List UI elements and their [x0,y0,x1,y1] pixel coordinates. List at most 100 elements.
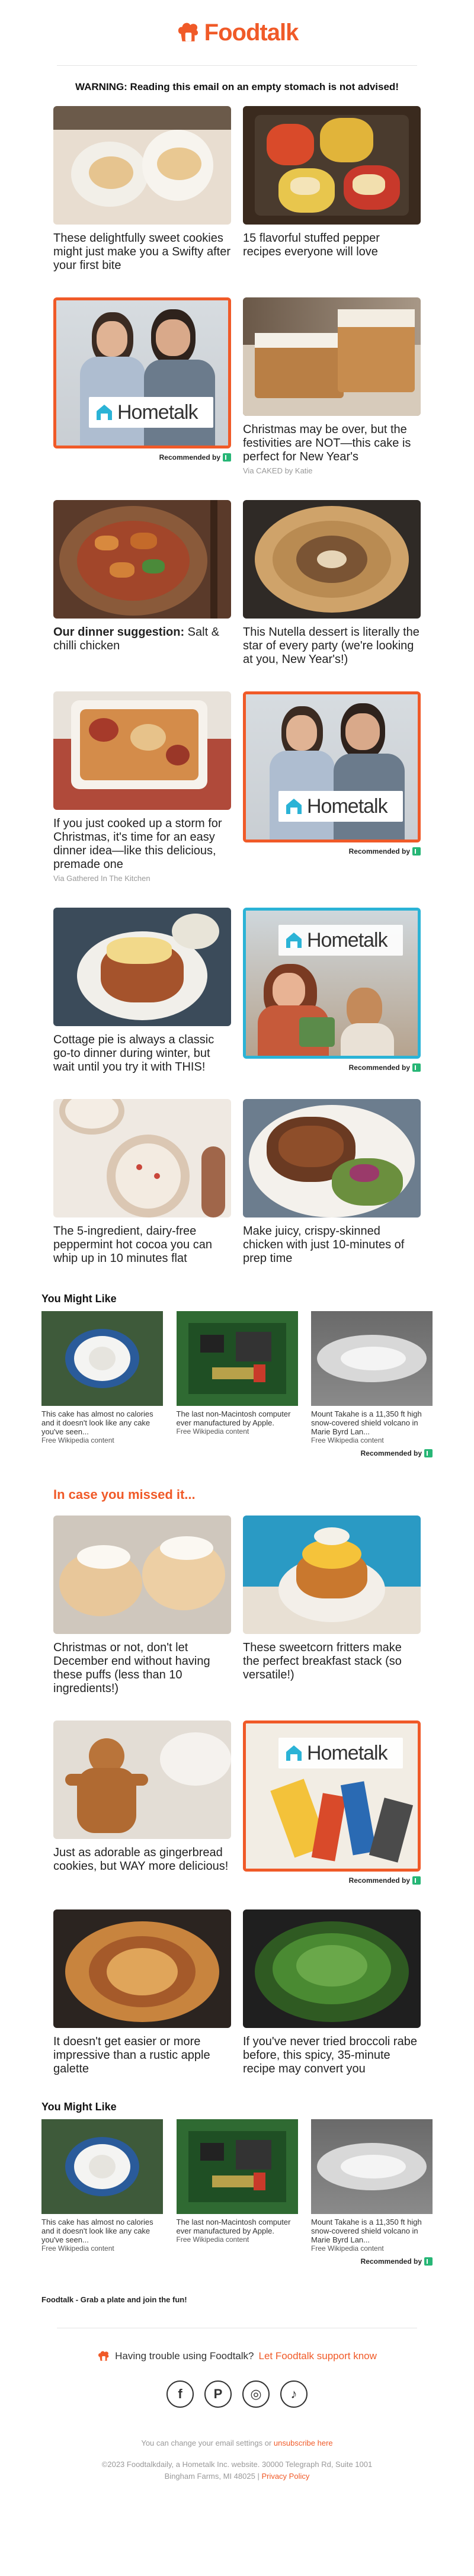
house-icon [97,405,112,420]
foodtalk-logo[interactable]: Foodtalk [176,20,299,46]
article-caption: Cottage pie is always a classic go-to di… [53,1033,214,1074]
house-icon [286,1745,302,1761]
brand-name: Foodtalk [204,19,299,46]
taboola-icon [424,1449,433,1457]
instagram-icon[interactable]: ◎ [242,2380,270,2408]
hometalk-ad[interactable]: Hometalk Recommended by [243,908,421,1074]
support-link[interactable]: Let Foodtalk support know [258,2350,376,2362]
section-title: In case you missed it... [53,1487,196,1502]
article-caption: Our dinner suggestion: Salt & chilli chi… [53,626,231,653]
unsubscribe-link[interactable]: unsubscribe here [274,2439,333,2447]
taboola-icon [412,1063,421,1072]
crispy-chicken-image [243,1099,421,1217]
cake-plate-image [41,1311,163,1406]
nutella-dessert-image [243,500,421,619]
article-row: Hometalk Recommended by Christmas may be… [53,297,421,475]
recommendation-caption: The last non-Macintosh computer ever man… [176,1409,291,1427]
taboola-icon [412,847,421,856]
recommendation-caption: This cake has almost no calories and it … [41,2218,153,2244]
hometalk-logo: Hometalk [278,1738,403,1768]
address-text: Bingham Farms, MI 48025 [164,2472,255,2481]
warning-text: WARNING: Reading this email on an empty … [75,81,399,92]
article-card[interactable]: The 5-ingredient, dairy-free peppermint … [53,1099,231,1265]
recommendation-caption: Mount Takahe is a 11,350 ft high snow-co… [311,1409,422,1436]
article-source: Via CAKED by Katie [243,466,313,475]
article-caption: This Nutella dessert is literally the st… [243,626,419,666]
recommended-by: Recommended by [243,1063,421,1072]
article-card[interactable]: These sweetcorn fritters make the perfec… [243,1516,421,1696]
recommendation-caption: The last non-Macintosh computer ever man… [176,2218,291,2235]
volcano-image [311,2119,433,2214]
recommendation-card[interactable]: The last non-Macintosh computer ever man… [176,1311,298,1444]
address-line: Bingham Farms, MI 48025 | Privacy Policy [164,2472,310,2481]
article-row: Our dinner suggestion: Salt & chilli chi… [53,500,421,667]
recommended-label: Recommended by [159,453,220,462]
article-source: Via Gathered In The Kitchen [53,874,150,883]
hometalk-ad[interactable]: Hometalk Recommended by [243,691,421,883]
tiktok-icon[interactable]: ♪ [280,2380,308,2408]
taboola-icon [223,453,231,462]
article-caption: If you've never tried broccoli rabe befo… [243,2035,417,2075]
recommendation-card[interactable]: Mount Takahe is a 11,350 ft high snow-co… [311,2119,433,2253]
you-might-like-section: You Might Like This cake has almost no c… [41,2101,433,2266]
article-card[interactable]: Make juicy, crispy-skinned chicken with … [243,1099,421,1265]
puffs-image [53,1516,231,1634]
support-line: Having trouble using Foodtalk? Let Foodt… [0,2350,474,2363]
article-card[interactable]: Christmas or not, don't let December end… [53,1516,231,1696]
article-card[interactable]: Just as adorable as gingerbread cookies,… [53,1720,231,1885]
hometalk-logo: Hometalk [278,925,403,956]
hometalk-logo: Hometalk [278,791,403,822]
apple-galette-image [53,1909,231,2028]
article-row: Cottage pie is always a classic go-to di… [53,908,421,1074]
cake-image [243,297,421,416]
recommendation-card[interactable]: The last non-Macintosh computer ever man… [176,2119,298,2253]
article-card[interactable]: Our dinner suggestion: Salt & chilli chi… [53,500,231,667]
hometalk-logo: Hometalk [89,397,213,428]
recommendation-source: Free Wikipedia content [311,1436,384,1444]
article-card[interactable]: If you just cooked up a storm for Christ… [53,691,231,883]
recommendation-source: Free Wikipedia content [311,2244,384,2253]
article-card[interactable]: If you've never tried broccoli rabe befo… [243,1909,421,2076]
circuit-board-image [176,2119,298,2214]
you-might-like-section: You Might Like This cake has almost no c… [41,1293,433,1457]
hometalk-ad[interactable]: Hometalk Recommended by [53,297,231,475]
circuit-board-image [176,1311,298,1406]
caption-bold: Our dinner suggestion: [53,626,185,639]
hometalk-ad[interactable]: Hometalk Recommended by [243,1720,421,1885]
article-card[interactable]: 15 flavorful stuffed pepper recipes ever… [243,106,421,273]
support-text: Having trouble using Foodtalk? [115,2350,254,2362]
recommendation-card[interactable]: Mount Takahe is a 11,350 ft high snow-co… [311,1311,433,1444]
main-grid: These delightfully sweet cookies might j… [53,106,421,1265]
recommendation-card[interactable]: This cake has almost no calories and it … [41,2119,163,2253]
recommendation-card[interactable]: This cake has almost no calories and it … [41,1311,163,1444]
recommendation-source: Free Wikipedia content [176,1427,249,1436]
cottage-pie-image [53,908,231,1026]
recommendation-source: Free Wikipedia content [41,2244,114,2253]
taboola-icon [412,1876,421,1885]
social-links: f P ◎ ♪ [0,2380,474,2408]
article-caption: Christmas may be over, but the festiviti… [243,423,411,463]
facebook-icon[interactable]: f [166,2380,194,2408]
house-icon [286,799,302,814]
section-title: You Might Like [41,2101,117,2113]
ad-banner: Hometalk [53,297,231,448]
copyright: ©2023 Foodtalkdaily, a Hometalk Inc. web… [101,2460,373,2469]
recommendation-caption: Mount Takahe is a 11,350 ft high snow-co… [311,2218,422,2244]
article-card[interactable]: These delightfully sweet cookies might j… [53,106,231,273]
article-caption: Christmas or not, don't let December end… [53,1641,210,1695]
header: Foodtalk [0,0,474,65]
article-card[interactable]: Christmas may be over, but the festiviti… [243,297,421,475]
article-row: If you just cooked up a storm for Christ… [53,691,421,883]
article-card[interactable]: This Nutella dessert is literally the st… [243,500,421,667]
article-card[interactable]: Cottage pie is always a classic go-to di… [53,908,231,1074]
article-card[interactable]: It doesn't get easier or more impressive… [53,1909,231,2076]
recommended-label: Recommended by [348,1063,410,1072]
privacy-policy-link[interactable]: Privacy Policy [261,2472,309,2481]
cake-plate-image [41,2119,163,2214]
recommendation-row: This cake has almost no calories and it … [41,1311,433,1444]
gingerbread-image [53,1720,231,1839]
recommended-by: Recommended by [243,1876,421,1885]
ad-banner: Hometalk [243,908,421,1059]
pinterest-icon[interactable]: P [204,2380,232,2408]
article-caption: Make juicy, crispy-skinned chicken with … [243,1225,405,1265]
